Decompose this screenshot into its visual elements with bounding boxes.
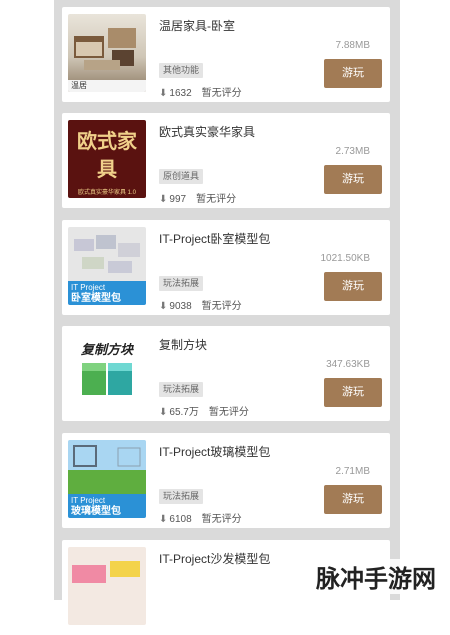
item-rating: 暂无评分 (201, 301, 242, 312)
list-item[interactable]: 欧式家具 欧式真实豪华家具 1.0 欧式真实豪华家具 2.73MB 原创道具 ⬇… (62, 113, 390, 208)
item-rating: 暂无评分 (201, 88, 242, 99)
download-arrow-icon: ⬇ (159, 407, 168, 418)
download-count: 1632 (169, 88, 192, 99)
download-count: 9038 (169, 301, 192, 312)
item-tag: 其他功能 (159, 63, 204, 78)
play-button[interactable]: 游玩 (324, 485, 382, 514)
item-title: 复制方块 (159, 338, 208, 352)
item-tag: 玩法拓展 (159, 489, 204, 504)
item-title: IT-Project玻璃模型包 (159, 445, 271, 459)
bedroom-scene-icon (74, 28, 136, 70)
thumb-banner: IT Project 卧室模型包 (68, 281, 146, 305)
download-arrow-icon: ⬇ (159, 301, 168, 312)
item-rating: 暂无评分 (201, 514, 242, 525)
item-size: 2.71MB (335, 466, 370, 477)
item-stats: ⬇ 65.7万 暂无评分 (159, 403, 249, 418)
item-thumbnail: IT Project 玻璃模型包 (68, 440, 146, 518)
play-button[interactable]: 游玩 (324, 272, 382, 301)
download-count: 65.7万 (169, 407, 199, 418)
item-stats: ⬇ 9038 暂无评分 (159, 297, 242, 312)
item-size: 347.63KB (326, 359, 370, 370)
watermark-text: 脉冲手游网 (308, 559, 444, 594)
cube-blocks-icon (82, 363, 132, 395)
item-thumbnail: 欧式家具 欧式真实豪华家具 1.0 (68, 120, 146, 198)
item-thumbnail: 复制方块 (68, 333, 146, 411)
item-title: 温居家具-卧室 (159, 19, 235, 33)
item-thumbnail (68, 547, 146, 625)
thumb-title-text: 卧室模型包 (71, 293, 121, 304)
download-count: 6108 (169, 514, 192, 525)
item-rating: 暂无评分 (208, 407, 249, 418)
list-item[interactable]: 复制方块 复制方块 347.63KB 玩法拓展 ⬇ 65.7万 暂无评分 游玩 (62, 326, 390, 421)
item-tag: 原创道具 (159, 169, 204, 184)
item-stats: ⬇ 1632 暂无评分 (159, 84, 242, 99)
thumb-caption: 温居 (68, 80, 146, 92)
item-title: IT-Project卧室模型包 (159, 232, 271, 246)
play-button[interactable]: 游玩 (324, 378, 382, 407)
item-title: 欧式真实豪华家具 (159, 125, 256, 139)
thumb-title-text: 玻璃模型包 (71, 506, 121, 517)
list-item[interactable]: 温居 温居家具-卧室 7.88MB 其他功能 ⬇ 1632 暂无评分 游玩 (62, 7, 390, 102)
item-tag: 玩法拓展 (159, 276, 204, 291)
thumb-brand: IT Project (71, 283, 106, 292)
item-size: 7.88MB (335, 40, 370, 51)
item-thumbnail: IT Project 卧室模型包 (68, 227, 146, 305)
download-arrow-icon: ⬇ (159, 88, 168, 99)
item-size: 1021.50KB (320, 253, 371, 264)
bed-models-icon (74, 235, 140, 273)
play-button[interactable]: 游玩 (324, 165, 382, 194)
thumb-brand: IT Project (71, 496, 106, 505)
item-stats: ⬇ 6108 暂无评分 (159, 510, 242, 525)
download-arrow-icon: ⬇ (159, 194, 168, 205)
thumb-subtitle: 欧式真实豪华家具 1.0 (77, 190, 136, 196)
item-rating: 暂无评分 (196, 194, 237, 205)
list-item[interactable]: IT Project 玻璃模型包 IT-Project玻璃模型包 2.71MB … (62, 433, 390, 528)
list-item[interactable]: IT Project 卧室模型包 IT-Project卧室模型包 1021.50… (62, 220, 390, 315)
item-title: IT-Project沙发模型包 (159, 552, 271, 566)
glass-models-icon (68, 440, 146, 494)
item-tag: 玩法拓展 (159, 382, 204, 397)
sofa-models-icon (72, 561, 140, 583)
item-thumbnail: 温居 (68, 14, 146, 92)
download-count: 997 (169, 194, 187, 205)
thumb-title-text: 欧式家具 (77, 131, 137, 181)
item-size: 2.73MB (335, 146, 370, 157)
thumb-banner: IT Project 玻璃模型包 (68, 494, 146, 518)
download-arrow-icon: ⬇ (159, 514, 168, 525)
item-stats: ⬇ 997 暂无评分 (159, 190, 236, 205)
play-button[interactable]: 游玩 (324, 59, 382, 88)
